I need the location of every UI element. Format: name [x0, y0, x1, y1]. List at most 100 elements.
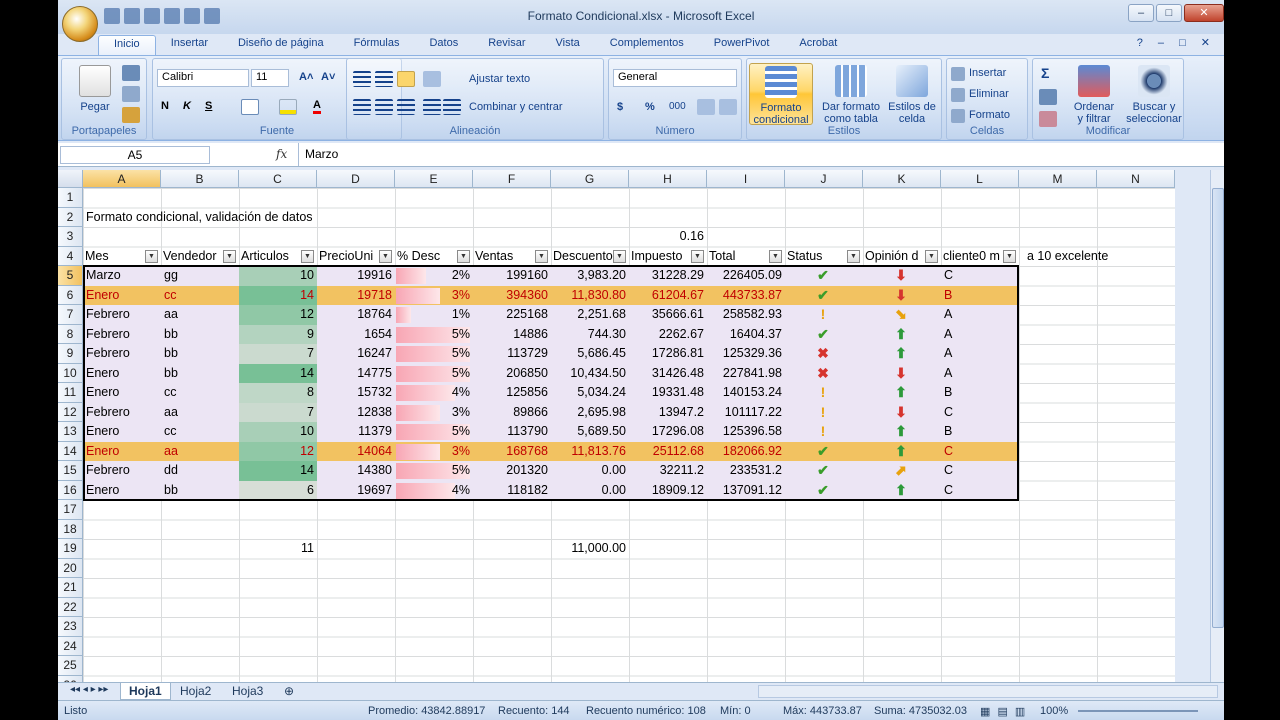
cell-impuesto[interactable]: 17296.08 [629, 422, 707, 442]
cell-descuento[interactable]: 5,689.50 [551, 422, 629, 442]
cell-descuento[interactable]: 11,813.76 [551, 442, 629, 462]
cell-ventas[interactable]: 14886 [473, 325, 551, 345]
row-header-17[interactable]: 17 [58, 500, 83, 520]
bold-button[interactable]: N [161, 100, 169, 112]
cell-vendedor[interactable]: gg [161, 266, 239, 286]
percent-button[interactable]: % [645, 101, 655, 113]
cell-mes[interactable]: Febrero [83, 344, 161, 364]
row-header-23[interactable]: 23 [58, 617, 83, 637]
cell-ventas[interactable]: 201320 [473, 461, 551, 481]
cell-descuento[interactable]: 744.30 [551, 325, 629, 345]
row-header-13[interactable]: 13 [58, 422, 83, 442]
cell-total[interactable]: 182066.92 [707, 442, 785, 462]
cell-impuesto[interactable]: 31228.29 [629, 266, 707, 286]
cell-desc[interactable]: 5% [395, 422, 473, 442]
table-header-d[interactable]: PrecioUni [317, 247, 381, 267]
row-header-22[interactable]: 22 [58, 597, 83, 617]
cell-impuesto[interactable]: 2262.67 [629, 325, 707, 345]
cell-cliente[interactable]: C [941, 461, 1019, 481]
thousands-button[interactable]: 000 [669, 101, 686, 112]
cell-articulos[interactable]: 9 [239, 325, 317, 345]
table-header-l[interactable]: cliente0 m [941, 247, 1005, 267]
cell-vendedor[interactable]: bb [161, 481, 239, 501]
conditional-format-button[interactable]: Formato condicional [749, 63, 813, 126]
shrink-font-icon[interactable]: A˅ [321, 71, 335, 83]
table-header-f[interactable]: Ventas [473, 247, 537, 267]
tab-insertar[interactable]: Insertar [156, 35, 223, 55]
cell-precio[interactable]: 15732 [317, 383, 395, 403]
cell-precio[interactable]: 14775 [317, 364, 395, 384]
cell-cliente[interactable]: B [941, 383, 1019, 403]
cell-ventas[interactable]: 199160 [473, 266, 551, 286]
cell-cliente[interactable]: C [941, 266, 1019, 286]
cell-descuento[interactable]: 0.00 [551, 461, 629, 481]
cell-desc[interactable]: 2% [395, 266, 473, 286]
filter-dropdown-icon[interactable]: ▼ [613, 249, 626, 263]
cell-total[interactable]: 258582.93 [707, 305, 785, 325]
align-middle-icon[interactable] [375, 71, 393, 87]
cell-vendedor[interactable]: bb [161, 325, 239, 345]
cell-total[interactable]: 101117.22 [707, 403, 785, 423]
cell-precio[interactable]: 19697 [317, 481, 395, 501]
sheet-title-cell[interactable]: Formato condicional, validación de datos [83, 208, 473, 228]
cell-cliente[interactable]: A [941, 344, 1019, 364]
cell-mes[interactable]: Enero [83, 364, 161, 384]
wrap-text-button[interactable]: Ajustar texto [469, 73, 530, 85]
filter-dropdown-icon[interactable]: ▼ [847, 249, 860, 263]
cell-mes[interactable]: Enero [83, 481, 161, 501]
filter-dropdown-icon[interactable]: ▼ [691, 249, 704, 263]
cell-ventas[interactable]: 89866 [473, 403, 551, 423]
cell-total[interactable]: 140153.24 [707, 383, 785, 403]
row-header-12[interactable]: 12 [58, 402, 83, 422]
name-box[interactable]: A5 [60, 146, 210, 164]
cell-articulos[interactable]: 12 [239, 442, 317, 462]
table-header-b[interactable]: Vendedor [161, 247, 225, 267]
cell-vendedor[interactable]: cc [161, 383, 239, 403]
tab-revisar[interactable]: Revisar [473, 35, 540, 55]
tab-complementos[interactable]: Complementos [595, 35, 699, 55]
filter-dropdown-icon[interactable]: ▼ [223, 249, 236, 263]
row-header-11[interactable]: 11 [58, 383, 83, 403]
autosum-icon[interactable]: Σ [1041, 65, 1049, 81]
cell-total[interactable]: 16404.37 [707, 325, 785, 345]
tab-powerpivot[interactable]: PowerPivot [699, 35, 785, 55]
row-header-4[interactable]: 4 [58, 246, 83, 266]
column-header-c[interactable]: C [239, 170, 317, 188]
cell-precio[interactable]: 19916 [317, 266, 395, 286]
format-as-table-button[interactable]: Dar formato como tabla [819, 63, 883, 125]
cell-desc[interactable]: 5% [395, 344, 473, 364]
cell-precio[interactable]: 14380 [317, 461, 395, 481]
close-button[interactable]: ✕ [1184, 4, 1224, 22]
table-header-c[interactable]: Articulos [239, 247, 303, 267]
fill-icon[interactable] [1039, 89, 1057, 105]
cell-vendedor[interactable]: bb [161, 344, 239, 364]
column-header-i[interactable]: I [707, 170, 785, 188]
align-bottom-icon[interactable] [397, 71, 415, 87]
column-header-d[interactable]: D [317, 170, 395, 188]
cell-descuento[interactable]: 2,251.68 [551, 305, 629, 325]
cell-descuento[interactable]: 10,434.50 [551, 364, 629, 384]
cell-mes[interactable]: Enero [83, 442, 161, 462]
cell-total[interactable]: 226405.09 [707, 266, 785, 286]
sort-filter-button[interactable]: Ordenar y filtrar [1065, 63, 1123, 125]
increase-indent-icon[interactable] [443, 99, 461, 115]
cell-desc[interactable]: 3% [395, 286, 473, 306]
formula-input[interactable]: Marzo [298, 143, 1210, 166]
cell-ventas[interactable]: 394360 [473, 286, 551, 306]
column-header-m[interactable]: M [1019, 170, 1097, 188]
cell-precio[interactable]: 12838 [317, 403, 395, 423]
orientation-icon[interactable] [423, 71, 441, 87]
paste-button[interactable]: Pegar [66, 63, 124, 125]
cell-cliente[interactable]: B [941, 286, 1019, 306]
number-format-select[interactable]: General [613, 69, 737, 87]
cell-total[interactable]: 125329.36 [707, 344, 785, 364]
cell-articulos[interactable]: 6 [239, 481, 317, 501]
cell-impuesto[interactable]: 35666.61 [629, 305, 707, 325]
cell-desc[interactable]: 3% [395, 403, 473, 423]
cell-cliente[interactable]: A [941, 364, 1019, 384]
filter-dropdown-icon[interactable]: ▼ [145, 249, 158, 263]
cell-descuento[interactable]: 5,686.45 [551, 344, 629, 364]
sheet-tab-hoja3[interactable]: Hoja3 [224, 683, 271, 700]
find-select-button[interactable]: Buscar y seleccionar [1123, 63, 1185, 125]
tab-diseno-pagina[interactable]: Diseño de página [223, 35, 339, 55]
